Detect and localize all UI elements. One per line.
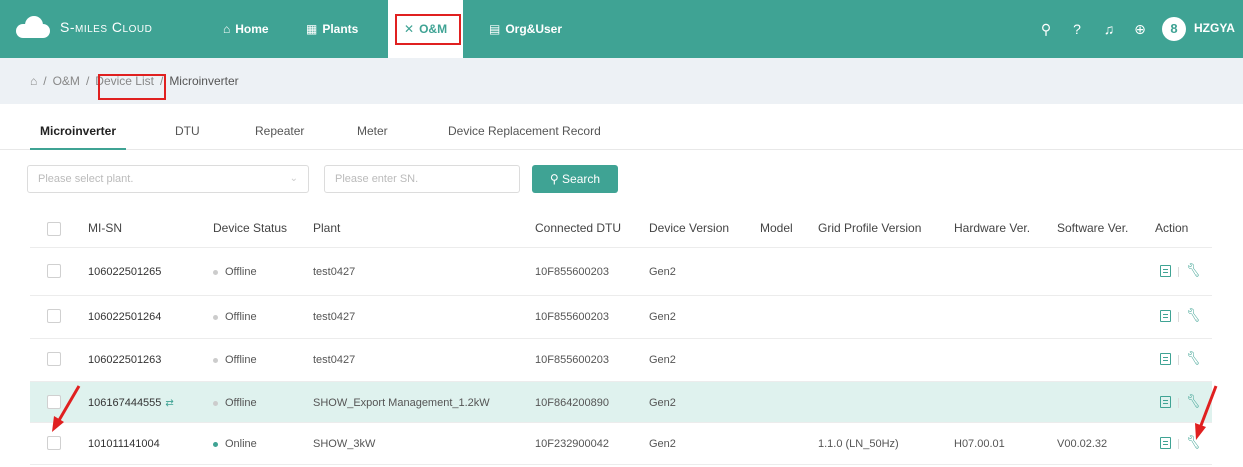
annotation-arrow-wrench [1195, 385, 1218, 440]
annotation-arrows [52, 385, 1218, 440]
annotation-arrow-checkbox [52, 385, 81, 432]
